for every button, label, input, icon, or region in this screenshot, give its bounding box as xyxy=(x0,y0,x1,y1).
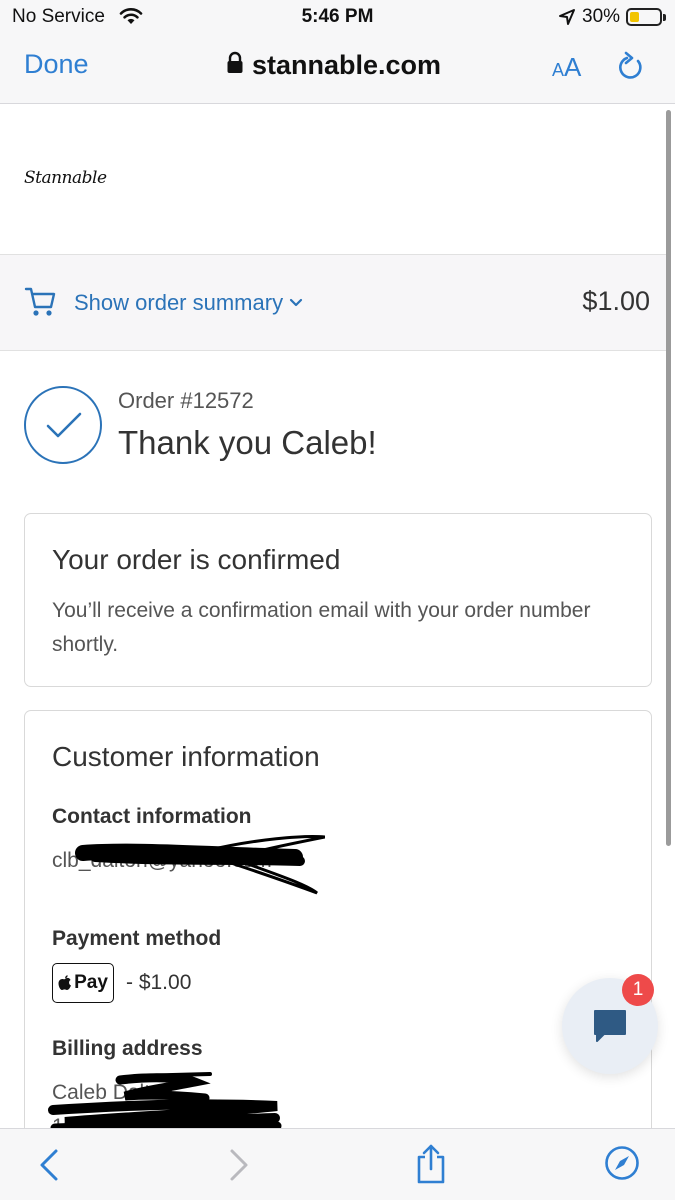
store-logo[interactable]: Stannable xyxy=(24,168,107,188)
chat-notification-badge: 1 xyxy=(622,974,654,1006)
text-size-large-a: A xyxy=(564,52,582,82)
show-order-summary-toggle[interactable]: Show order summary xyxy=(74,290,303,316)
contact-email: clb_dalton@yahoo.com xyxy=(52,849,272,872)
lock-icon xyxy=(226,51,244,80)
show-order-summary-label: Show order summary xyxy=(74,290,284,315)
apple-pay-badge: Pay xyxy=(52,963,114,1003)
chevron-down-icon xyxy=(289,298,303,307)
billing-address-label: Billing address xyxy=(52,1037,203,1060)
browser-toolbar: Done stannable.com AA xyxy=(0,36,675,104)
chat-icon xyxy=(594,1010,626,1042)
location-arrow-icon xyxy=(558,8,576,31)
bottom-toolbar xyxy=(0,1128,675,1200)
order-total: $1.00 xyxy=(582,286,650,316)
reload-icon[interactable] xyxy=(616,50,646,87)
customer-information-card: Customer information Contact information… xyxy=(24,710,652,1140)
payment-method-row: Pay - $1.00 xyxy=(52,963,191,1003)
scrollbar[interactable] xyxy=(666,110,671,846)
text-size-button[interactable]: AA xyxy=(552,52,581,83)
apple-pay-label: Pay xyxy=(74,972,108,993)
thank-you-heading: Thank you Caleb! xyxy=(118,424,377,461)
payment-amount: - $1.00 xyxy=(126,971,192,994)
order-number: Order #12572 xyxy=(118,388,254,413)
battery-icon xyxy=(626,8,666,26)
billing-name: Caleb Dalton xyxy=(52,1081,174,1104)
forward-arrow-icon[interactable] xyxy=(226,1147,252,1188)
checkmark-circle-icon xyxy=(24,386,102,464)
order-confirmed-card: Your order is confirmed You’ll receive a… xyxy=(24,513,652,687)
share-icon[interactable] xyxy=(414,1143,448,1190)
order-confirmed-title: Your order is confirmed xyxy=(52,544,341,575)
thank-you-header: Order #12572 Thank you Caleb! xyxy=(24,386,654,470)
battery-percent: 30% xyxy=(582,6,621,27)
order-confirmed-text: You’ll receive a confirmation email with… xyxy=(52,599,591,656)
cart-icon xyxy=(24,285,58,324)
compass-icon[interactable] xyxy=(604,1145,640,1186)
text-size-small-a: A xyxy=(552,60,565,80)
order-summary-bar[interactable]: Show order summary $1.00 xyxy=(0,255,668,351)
status-bar: No Service 5:46 PM 30% xyxy=(0,0,675,36)
store-header: Stannable xyxy=(0,105,668,255)
address-bar[interactable]: stannable.com xyxy=(226,48,441,82)
back-arrow-icon[interactable] xyxy=(36,1147,62,1188)
payment-method-label: Payment method xyxy=(52,927,222,950)
customer-information-title: Customer information xyxy=(52,741,320,772)
contact-information-label: Contact information xyxy=(52,805,252,828)
done-button[interactable]: Done xyxy=(24,49,89,80)
apple-logo-icon xyxy=(58,975,72,990)
url-text: stannable.com xyxy=(252,49,442,80)
